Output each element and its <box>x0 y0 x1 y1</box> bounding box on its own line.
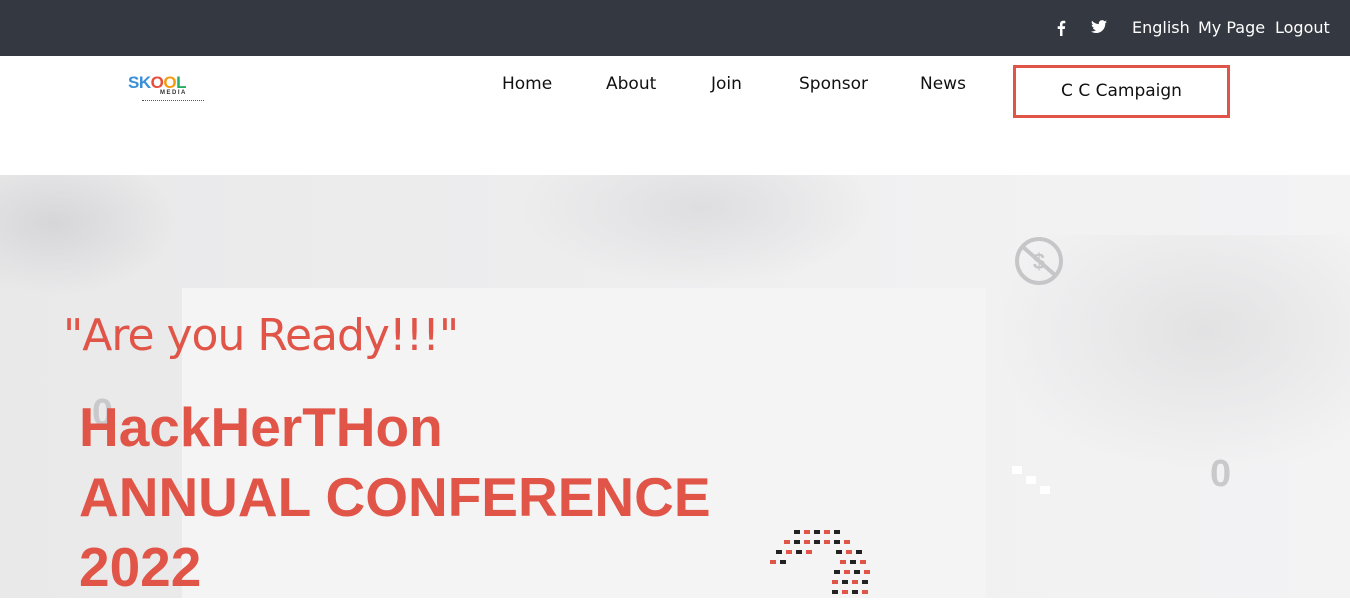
hero-bg-shape <box>520 175 880 285</box>
twitter-link[interactable] <box>1091 0 1111 56</box>
no-dollar-icon: $ <box>1015 237 1063 285</box>
hero-headline: HackHerTHon ANNUAL CONFERENCE 2022 <box>79 392 711 602</box>
decorative-squares <box>1012 466 1050 494</box>
cc-campaign-label: C C Campaign <box>1061 81 1182 101</box>
logo-tagline-line <box>142 100 204 103</box>
decorative-zero: 0 <box>1210 453 1232 495</box>
top-bar: English My Page Logout <box>0 0 1350 56</box>
my-page-link[interactable]: My Page <box>1198 0 1265 56</box>
hero-title-line: ANNUAL CONFERENCE <box>79 466 711 528</box>
facebook-icon <box>1057 20 1066 36</box>
language-link[interactable]: English <box>1132 0 1190 56</box>
dotted-question-graphic <box>770 530 870 594</box>
nav-home[interactable]: Home <box>502 74 552 94</box>
logo-subtext: MEDIA <box>160 90 187 96</box>
nav-join[interactable]: Join <box>711 74 742 94</box>
site-logo[interactable]: SKOOL MEDIA <box>128 74 212 108</box>
facebook-link[interactable] <box>1056 0 1074 56</box>
hero-bg-shape <box>0 175 180 295</box>
logout-link[interactable]: Logout <box>1275 0 1330 56</box>
nav-about[interactable]: About <box>606 74 656 94</box>
cc-campaign-button[interactable]: C C Campaign <box>1013 65 1230 118</box>
hero-tagline: "Are you Ready!!!" <box>63 310 459 361</box>
logo-wordmark: SKOOL <box>128 73 186 92</box>
hero-title-line: HackHerTHon <box>79 396 443 458</box>
hero-title-line: 2022 <box>79 536 202 598</box>
nav-news[interactable]: News <box>920 74 966 94</box>
nav-sponsor[interactable]: Sponsor <box>799 74 868 94</box>
svg-text:$: $ <box>1033 249 1045 274</box>
twitter-icon <box>1091 20 1107 33</box>
